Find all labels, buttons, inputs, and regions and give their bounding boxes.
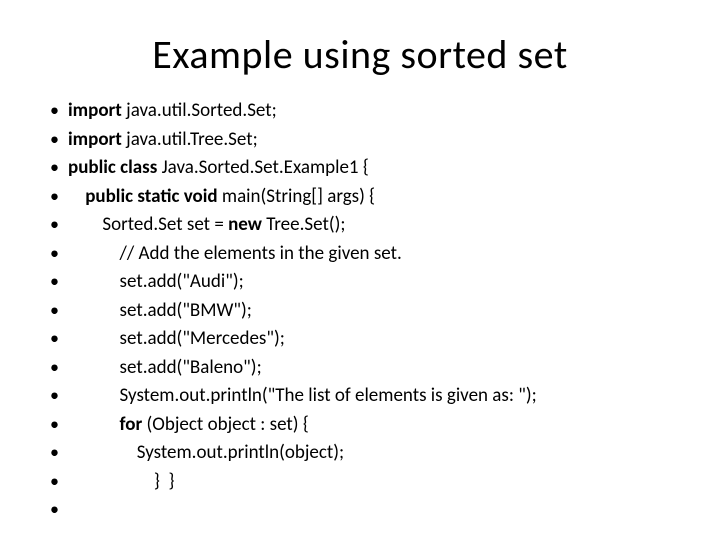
code-segment: // Add the elements in the given set. <box>120 242 402 265</box>
code-segment: set.add("BMW"); <box>120 299 252 322</box>
code-segment: set.add("Mercedes"); <box>120 327 285 350</box>
code-segment: public class <box>68 156 162 179</box>
code-line: set.add("Mercedes"); <box>50 325 690 354</box>
code-line: import java.util.Sorted.Set; <box>50 97 690 126</box>
slide: Example using sorted set import java.uti… <box>0 0 720 540</box>
code-segment: for <box>120 413 147 436</box>
code-segment: (Object object : set) { <box>147 413 309 436</box>
code-line: Sorted.Set set = new Tree.Set(); <box>50 211 690 240</box>
code-line: } } <box>50 468 690 497</box>
code-segment: new <box>228 213 266 236</box>
code-segment: System.out.println("The list of elements… <box>120 384 537 407</box>
code-segment: set.add("Baleno"); <box>120 356 262 379</box>
code-line: set.add("Baleno"); <box>50 354 690 383</box>
code-line: System.out.println("The list of elements… <box>50 382 690 411</box>
code-segment: public static void <box>85 185 222 208</box>
code-line: set.add("BMW"); <box>50 297 690 326</box>
code-line: public class Java.Sorted.Set.Example1 { <box>50 154 690 183</box>
code-line: for (Object object : set) { <box>50 411 690 440</box>
code-bullet-list: import java.util.Sorted.Set;import java.… <box>30 97 690 496</box>
code-line: import java.util.Tree.Set; <box>50 126 690 155</box>
code-segment: import <box>68 99 126 122</box>
code-segment: System.out.println(object); <box>137 441 344 464</box>
code-segment: Sorted.Set set = <box>102 213 228 236</box>
code-line: // Add the elements in the given set. <box>50 240 690 269</box>
slide-title: Example using sorted set <box>30 30 690 79</box>
code-segment: Java.Sorted.Set.Example1 { <box>162 156 369 179</box>
code-segment: Tree.Set(); <box>266 213 345 236</box>
code-segment: main(String[] args) { <box>222 185 375 208</box>
code-line: System.out.println(object); <box>50 439 690 468</box>
code-segment: java.util.Sorted.Set; <box>126 99 277 122</box>
code-segment: java.util.Tree.Set; <box>126 128 258 151</box>
code-segment: } } <box>154 470 175 493</box>
code-line: public static void main(String[] args) { <box>50 183 690 212</box>
code-line: set.add("Audi"); <box>50 268 690 297</box>
code-segment: set.add("Audi"); <box>120 270 244 293</box>
code-segment: import <box>68 128 126 151</box>
